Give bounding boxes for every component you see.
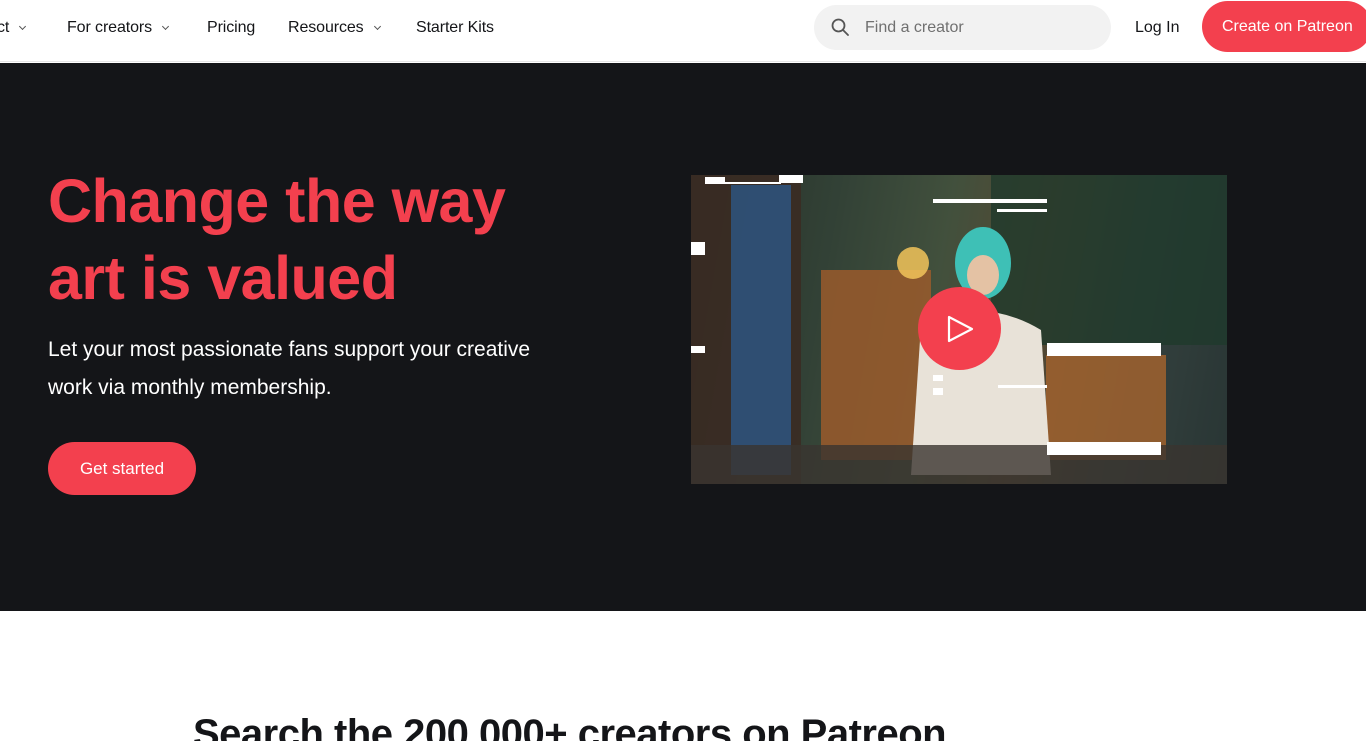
hero-subtitle: Let your most passionate fans support yo… bbox=[48, 331, 608, 407]
search-icon bbox=[831, 18, 849, 36]
search-creators-heading: Search the 200,000+ creators on Patreon bbox=[193, 712, 947, 741]
nav-item-label: ct bbox=[0, 19, 10, 36]
nav-item-pricing[interactable]: Pricing bbox=[207, 0, 255, 56]
nav-item-label: Resources bbox=[288, 19, 364, 36]
chevron-down-icon bbox=[19, 22, 27, 31]
nav-item-label: Pricing bbox=[207, 19, 256, 36]
nav-item-starter-kits[interactable]: Starter Kits bbox=[416, 0, 494, 56]
creator-search[interactable] bbox=[814, 5, 1111, 50]
hero-subtitle-line: work via monthly membership. bbox=[48, 376, 332, 399]
create-on-patreon-button[interactable]: Create on Patreon bbox=[1202, 1, 1366, 52]
hero-title-line: Change the way bbox=[48, 167, 506, 235]
play-button[interactable] bbox=[918, 287, 1001, 370]
nav-item-product[interactable]: ct bbox=[0, 0, 27, 56]
hero-title: Change the way art is valued bbox=[48, 163, 648, 317]
login-link[interactable]: Log In bbox=[1135, 0, 1179, 56]
hero-title-line: art is valued bbox=[48, 244, 398, 312]
nav-item-label: For creators bbox=[67, 19, 153, 36]
nav-item-for-creators[interactable]: For creators bbox=[67, 0, 170, 56]
hero-video[interactable] bbox=[691, 175, 1227, 484]
nav-item-label: Starter Kits bbox=[416, 19, 494, 36]
nav-item-resources[interactable]: Resources bbox=[288, 0, 381, 56]
play-icon bbox=[947, 315, 973, 342]
chevron-down-icon bbox=[373, 22, 381, 31]
search-input[interactable] bbox=[865, 5, 1095, 50]
top-navigation: ct For creators Pricing Resources Starte… bbox=[0, 0, 1366, 62]
hero-subtitle-line: Let your most passionate fans support yo… bbox=[48, 338, 531, 361]
hero-section: Change the way art is valued Let your mo… bbox=[0, 63, 1366, 611]
get-started-button[interactable]: Get started bbox=[48, 442, 196, 495]
chevron-down-icon bbox=[162, 22, 170, 31]
